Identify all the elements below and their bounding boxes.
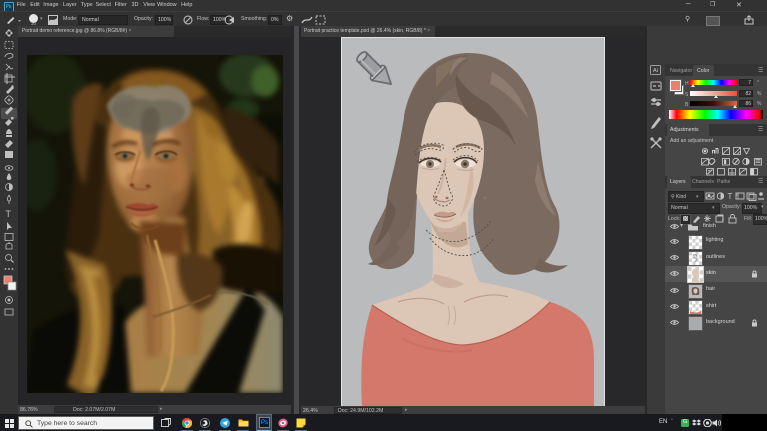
svg-text:T: T <box>6 209 12 219</box>
svg-text:T: T <box>728 192 733 201</box>
